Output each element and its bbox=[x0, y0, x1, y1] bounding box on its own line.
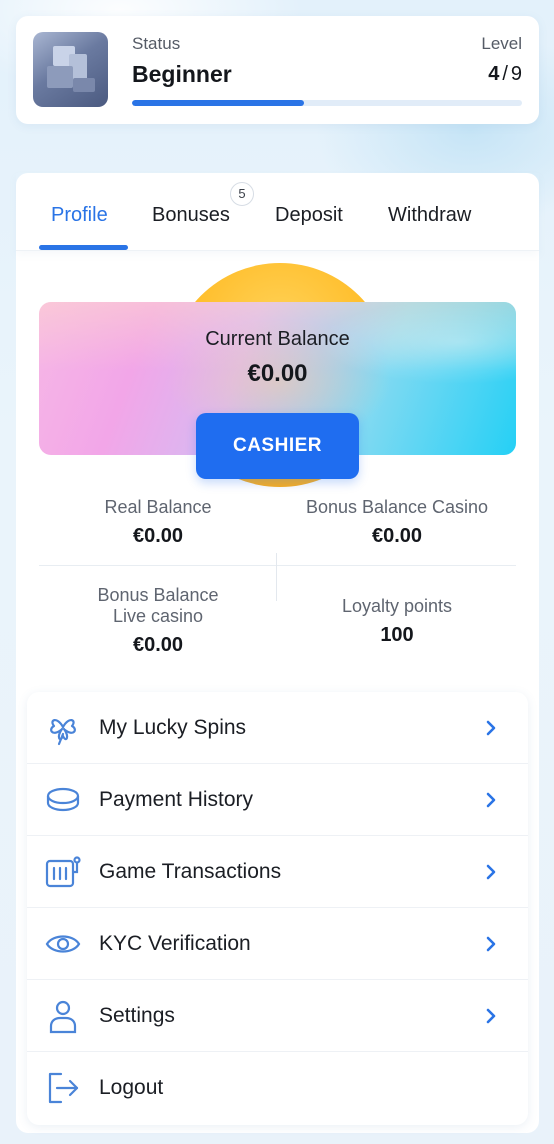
menu-item-label: My Lucky Spins bbox=[99, 716, 247, 739]
logout-icon bbox=[48, 1072, 79, 1104]
tab-withdraw[interactable]: Withdraw bbox=[388, 204, 471, 227]
menu-item-game-transactions[interactable]: Game Transactions bbox=[27, 836, 528, 908]
status-card: Status Beginner Level 4/9 bbox=[16, 16, 539, 124]
stat-value: 100 bbox=[380, 624, 414, 646]
current-balance-label: Current Balance bbox=[205, 328, 350, 350]
stat-value: €0.00 bbox=[132, 525, 184, 547]
stat-label: Real Balance bbox=[104, 497, 212, 517]
tab-bar: Profile Bonuses 5 Deposit Withdraw bbox=[16, 173, 539, 251]
active-tab-indicator bbox=[39, 245, 128, 250]
level-progress-fill bbox=[132, 100, 304, 106]
tab-profile[interactable]: Profile bbox=[51, 204, 108, 227]
menu-item-label: Logout bbox=[99, 1076, 164, 1099]
menu-item-label: Game Transactions bbox=[99, 860, 282, 883]
status-label: Status bbox=[132, 34, 181, 53]
stat-loyalty-points: Loyalty points 100 bbox=[278, 596, 516, 647]
menu-item-payment-history[interactable]: Payment History bbox=[27, 764, 528, 836]
chevron-right-icon bbox=[486, 864, 496, 880]
level-separator: / bbox=[502, 63, 508, 85]
user-icon bbox=[49, 1000, 77, 1034]
tab-deposit[interactable]: Deposit bbox=[275, 204, 343, 227]
level-total: 9 bbox=[510, 63, 522, 85]
menu-item-logout[interactable]: Logout bbox=[27, 1052, 528, 1124]
tab-bonuses[interactable]: Bonuses bbox=[152, 204, 230, 227]
level-progress-bar bbox=[132, 100, 522, 106]
current-balance-value: €0.00 bbox=[247, 360, 308, 387]
menu-item-label: KYC Verification bbox=[99, 932, 251, 955]
level-current: 4 bbox=[488, 63, 500, 85]
stat-value: €0.00 bbox=[371, 525, 423, 547]
chevron-right-icon bbox=[486, 1008, 496, 1024]
menu-item-settings[interactable]: Settings bbox=[27, 980, 528, 1052]
menu-item-label: Payment History bbox=[99, 788, 254, 811]
chevron-right-icon bbox=[486, 792, 496, 808]
status-value: Beginner bbox=[132, 61, 232, 87]
cashier-button[interactable]: CASHIER bbox=[196, 413, 359, 479]
coins-icon bbox=[46, 787, 80, 812]
stat-value: €0.00 bbox=[132, 634, 184, 656]
chevron-right-icon bbox=[486, 936, 496, 952]
level-label: Level bbox=[481, 34, 522, 53]
stat-bonus-balance-casino: Bonus Balance Casino €0.00 bbox=[278, 497, 516, 548]
stat-label: Bonus Balance Casino bbox=[305, 497, 489, 517]
stat-bonus-balance-live: Bonus Balance Live casino €0.00 bbox=[39, 585, 277, 657]
chevron-right-icon bbox=[486, 720, 496, 736]
account-menu: My Lucky Spins Payment History Game Tran… bbox=[27, 692, 528, 1125]
clover-icon bbox=[50, 719, 76, 746]
stats-divider bbox=[39, 565, 516, 566]
stat-label: Bonus Balance Live casino bbox=[97, 585, 219, 626]
menu-item-kyc-verification[interactable]: KYC Verification bbox=[27, 908, 528, 980]
menu-item-label: Settings bbox=[99, 1004, 175, 1027]
slot-machine-icon bbox=[45, 856, 81, 888]
stat-real-balance: Real Balance €0.00 bbox=[39, 497, 277, 548]
stat-label: Loyalty points bbox=[341, 596, 453, 616]
status-avatar bbox=[33, 32, 108, 107]
eye-icon bbox=[45, 935, 81, 953]
bonuses-count-badge: 5 bbox=[230, 182, 254, 206]
level-value: 4/9 bbox=[488, 63, 522, 86]
menu-item-lucky-spins[interactable]: My Lucky Spins bbox=[27, 692, 528, 764]
